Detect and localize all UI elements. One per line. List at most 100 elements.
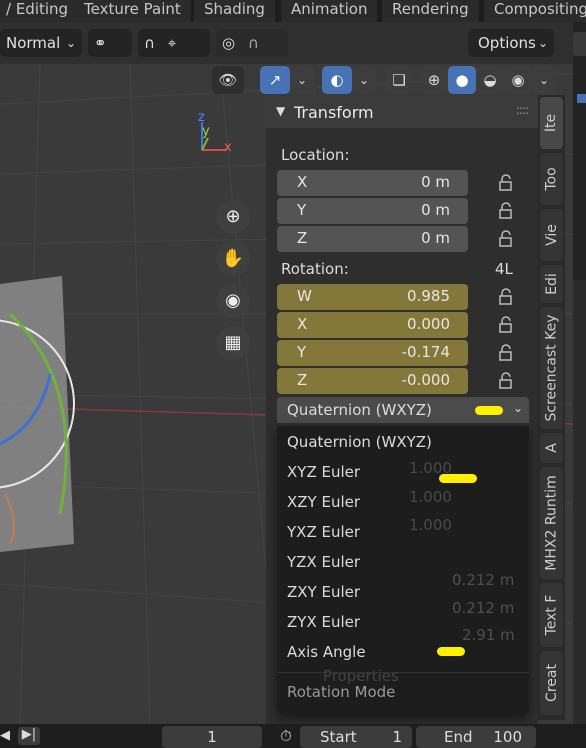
field-value: -0.174 xyxy=(401,343,450,361)
field-value: 0 m xyxy=(421,173,450,191)
options-dropdown[interactable]: Options ⌄ xyxy=(468,29,554,57)
jump-prev-icon[interactable]: ◀ xyxy=(0,728,14,746)
rotation-z-field[interactable]: Z -0.000 xyxy=(277,368,468,394)
gizmo-toggle-icon[interactable]: ↗ xyxy=(260,66,290,94)
lock-icon[interactable] xyxy=(496,344,514,362)
chevron-down-icon[interactable]: ⌄ xyxy=(290,66,314,94)
workspace-tab-compositing[interactable]: Compositing xyxy=(484,0,586,22)
sidebar-tab-create[interactable]: Creat xyxy=(540,651,563,715)
menu-item-xyz-euler[interactable]: XYZ Euler xyxy=(287,463,360,481)
lock-icon[interactable] xyxy=(496,288,514,306)
field-axis-label: Y xyxy=(297,201,307,219)
lock-icon[interactable] xyxy=(496,230,514,248)
drag-handle-icon[interactable]: :::: xyxy=(516,103,529,117)
stopwatch-icon[interactable]: ⏱ xyxy=(275,727,297,747)
workspace-tab-shading[interactable]: Shading xyxy=(194,0,275,22)
start-frame-field[interactable]: Start 1 xyxy=(300,726,412,748)
sidebar-tab-view[interactable]: Vie xyxy=(540,209,563,261)
sidebar-tab-mhx2-runtime[interactable]: MHX2 Runtim xyxy=(540,467,563,579)
snap-button[interactable]: ∩ ⌖ xyxy=(138,29,210,57)
lock-icon[interactable] xyxy=(496,174,514,192)
location-z-field[interactable]: Z 0 m xyxy=(277,226,468,252)
sidebar-tab-edit[interactable]: Edi xyxy=(540,265,563,303)
rendered-shading-icon[interactable]: ◉ xyxy=(504,66,532,94)
field-axis-label: Z xyxy=(297,371,308,389)
pan-hand-icon[interactable]: ✋ xyxy=(216,242,250,276)
field-axis-label: W xyxy=(297,287,312,305)
chevron-down-icon[interactable]: ⌄ xyxy=(532,66,556,94)
proportional-edit-button[interactable]: ◎ ∩ xyxy=(216,29,288,57)
panel-header[interactable]: ▼ Transform :::: xyxy=(266,98,538,128)
proportional-icon: ◎ xyxy=(222,34,236,52)
workspace-tab-animation[interactable]: Animation xyxy=(281,0,378,22)
collapse-triangle-icon: ▼ xyxy=(276,104,286,118)
rotation-4l-toggle[interactable]: 4L xyxy=(495,260,513,278)
gizmo-z-label: z xyxy=(198,110,205,125)
rotation-mode-dropdown[interactable]: Quaternion (WXYZ) ⌄ xyxy=(277,397,529,423)
lock-icon[interactable] xyxy=(496,202,514,220)
workspace-tab-editing[interactable]: / Editing xyxy=(0,0,79,22)
rotation-y-field[interactable]: Y -0.174 xyxy=(277,340,468,366)
solid-shading-icon[interactable]: ● xyxy=(448,66,476,94)
wireframe-shading-icon[interactable]: ⊕ xyxy=(420,66,448,94)
chevron-down-icon[interactable]: ⌄ xyxy=(352,66,376,94)
field-value: 0 m xyxy=(421,229,450,247)
rotation-w-field[interactable]: W 0.985 xyxy=(277,284,468,310)
start-value: 1 xyxy=(392,728,402,746)
scale-y-ghost-value: 1.000 xyxy=(409,488,452,506)
overlays-toggle-icon[interactable]: ◐ xyxy=(322,66,352,94)
workspace-tab-bar: / Editing Texture Paint Shading Animatio… xyxy=(0,0,586,22)
menu-divider xyxy=(277,672,529,673)
menu-item-xzy-euler[interactable]: XZY Euler xyxy=(287,493,360,511)
lock-icon[interactable] xyxy=(496,372,514,390)
chevron-down-icon: ⌄ xyxy=(65,36,76,50)
sidebar-tab-a[interactable]: A xyxy=(540,433,563,463)
xray-toggle-icon[interactable]: ❏ xyxy=(386,66,412,94)
properties-tabs-edge xyxy=(573,280,586,730)
camera-icon[interactable]: ◉ xyxy=(216,284,250,318)
transform-pivot-button[interactable]: ⚭ xyxy=(88,29,132,57)
menu-item-quaternion[interactable]: Quaternion (WXYZ) xyxy=(287,433,432,451)
field-value: 0.000 xyxy=(407,315,450,333)
menu-item-axis-angle[interactable]: Axis Angle xyxy=(287,643,366,661)
outliner-selection-edge xyxy=(577,94,586,103)
end-frame-field[interactable]: End 100 xyxy=(416,726,536,748)
menu-item-yzx-euler[interactable]: YZX Euler xyxy=(287,553,360,571)
sidebar-tab-item[interactable]: Ite xyxy=(540,97,563,149)
sidebar-tab-text-f[interactable]: Text F xyxy=(540,583,563,647)
end-value: 100 xyxy=(493,728,522,746)
viewport-header: Normal ⌄ ⚭ ∩ ⌖ ◎ ∩ Options ⌄ xyxy=(0,22,573,64)
gizmo-x-label: x xyxy=(224,140,232,155)
snap-increment-icon: ⌖ xyxy=(167,34,177,52)
sidebar-tab-tool[interactable]: Too xyxy=(540,153,563,205)
axis-gizmo[interactable]: z y x xyxy=(190,108,240,158)
menu-footer-title: Rotation Mode xyxy=(287,683,396,701)
sidebar-tab-screencast-key[interactable]: Screencast Key xyxy=(540,307,563,429)
workspace-tab-texture-paint[interactable]: Texture Paint xyxy=(74,0,191,22)
current-frame-field[interactable]: 1 xyxy=(162,726,262,748)
field-value: -0.000 xyxy=(401,371,450,389)
lock-icon[interactable] xyxy=(496,316,514,334)
field-axis-label: X xyxy=(297,315,308,333)
field-axis-label: X xyxy=(297,173,308,191)
rotation-x-field[interactable]: X 0.000 xyxy=(277,312,468,338)
field-axis-label: Z xyxy=(297,229,308,247)
location-x-field[interactable]: X 0 m xyxy=(277,170,468,196)
mode-dropdown[interactable]: Normal ⌄ xyxy=(0,29,82,57)
workspace-tab-rendering[interactable]: Rendering xyxy=(382,0,479,22)
link-icon: ⚭ xyxy=(94,34,107,52)
start-label: Start xyxy=(320,728,357,746)
grid-perspective-icon[interactable]: ▦ xyxy=(216,326,250,360)
sidebar-tab-strip: Ite Too Vie Edi Screencast Key A MHX2 Ru… xyxy=(538,95,565,720)
menu-item-zyx-euler[interactable]: ZYX Euler xyxy=(287,613,360,631)
location-y-field[interactable]: Y 0 m xyxy=(277,198,468,224)
zoom-icon[interactable]: ⊕ xyxy=(216,200,250,234)
menu-item-yxz-euler[interactable]: YXZ Euler xyxy=(287,523,360,541)
visibility-eye-icon[interactable]: 👁 xyxy=(212,66,244,94)
highlight-marker xyxy=(475,406,503,415)
jump-end-icon[interactable]: ▶| xyxy=(18,727,40,745)
dimension-z-ghost-value: 2.91 m xyxy=(462,626,515,644)
material-shading-icon[interactable]: ◒ xyxy=(476,66,504,94)
field-value: 0.985 xyxy=(407,287,450,305)
menu-item-zxy-euler[interactable]: ZXY Euler xyxy=(287,583,360,601)
